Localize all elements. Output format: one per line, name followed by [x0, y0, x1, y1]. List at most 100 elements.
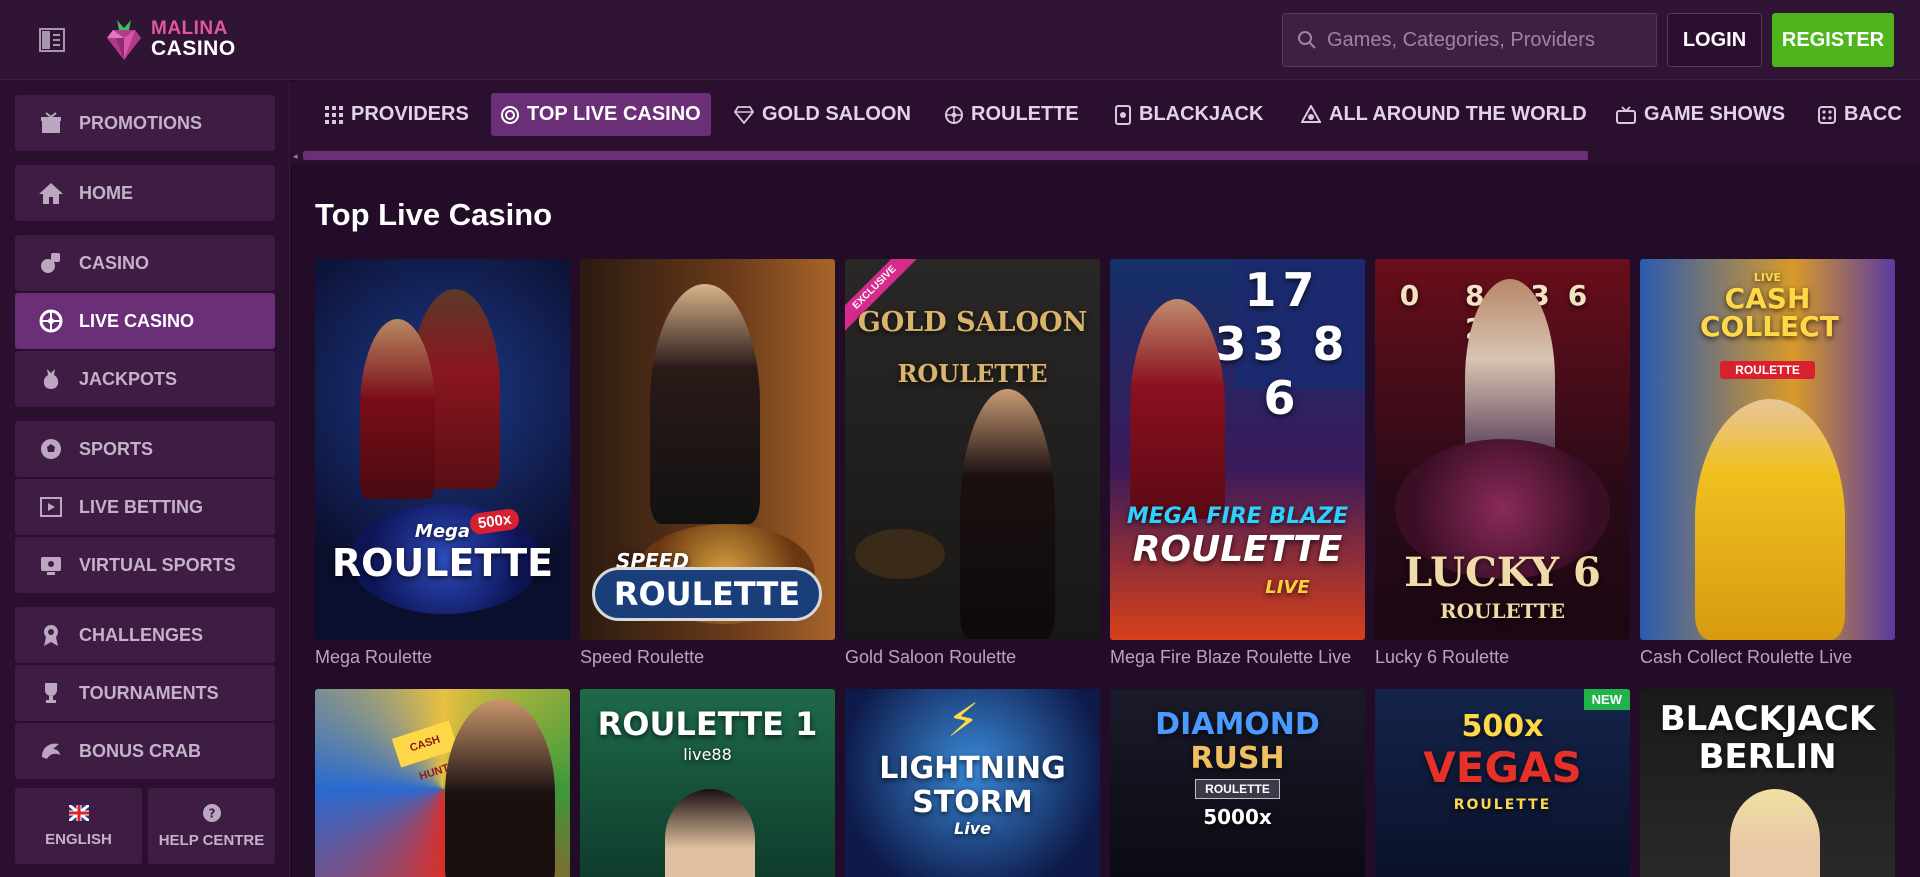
tab-label: GOLD SALOON [762, 103, 911, 125]
tab-blackjack[interactable]: BLACKJACK [1105, 93, 1273, 136]
tab-gold-saloon[interactable]: GOLD SALOON [724, 93, 921, 136]
game-card[interactable]: LIVE CASH COLLECT ROULETTE Cash Collect … [1640, 259, 1895, 668]
tab-all-around-the-world[interactable]: ALL AROUND THE WORLD [1291, 93, 1597, 136]
sidebar-item-label: PROMOTIONS [79, 112, 203, 133]
game-thumbnail[interactable]: 17 33 8 6 MEGA FIRE BLAZE ROULETTE LIVE [1110, 259, 1365, 640]
game-art-title: ROULETTE [592, 567, 822, 621]
game-thumbnail[interactable]: 0 8 36 21 LUCKY 6 ROULETTE [1375, 259, 1630, 640]
chip-icon [501, 105, 519, 124]
sidebar-item-promotions[interactable]: PROMOTIONS [15, 95, 275, 151]
logo-line1: MALINA [151, 18, 228, 39]
new-badge: NEW [1583, 689, 1630, 710]
host-figure [1730, 789, 1820, 877]
game-card[interactable]: ROULETTE 1 live88 [580, 689, 835, 877]
game-art-title: LUCKY 6 [1404, 549, 1601, 596]
trophy-icon [37, 679, 65, 707]
sidebar-item-tournaments[interactable]: TOURNAMENTS [15, 665, 275, 721]
sidebar-item-label: LIVE BETTING [79, 496, 204, 517]
sidebar-item-jackpots[interactable]: JACKPOTS [15, 351, 275, 407]
medal-icon [37, 621, 65, 649]
game-thumbnail[interactable]: ⚡ LIGHTNING STORM Live [845, 689, 1100, 877]
malina-casino-logo[interactable]: MALINA CASINO [103, 16, 236, 62]
sidebar-item-live-betting[interactable]: LIVE BETTING [15, 479, 275, 535]
game-art-title: ROULETTE 1 [597, 705, 818, 743]
game-art-title: LIGHTNING [879, 751, 1066, 786]
game-art-multiplier: 5000x [1203, 805, 1272, 829]
sidebar-item-label: SPORTS [79, 438, 154, 459]
sidebar-toggle-icon[interactable] [36, 24, 68, 56]
sidebar-item-virtual-sports[interactable]: VIRTUAL SPORTS [15, 537, 275, 593]
game-art-title: CASH COLLECT [1700, 282, 1839, 343]
game-thumbnail[interactable]: LIVE CASH COLLECT ROULETTE [1640, 259, 1895, 640]
game-thumbnail[interactable]: SPEED ROULETTE [580, 259, 835, 640]
game-thumbnail[interactable]: CASH HUNT [315, 689, 570, 877]
sidebar-item-home[interactable]: HOME [15, 165, 275, 221]
host-figure [1695, 399, 1845, 640]
diamond-icon [734, 105, 754, 124]
section-title: Top Live Casino [315, 197, 553, 232]
game-thumbnail[interactable]: ROULETTE 1 live88 [580, 689, 835, 877]
game-thumbnail[interactable]: NEW 500x VEGAS ROULETTE [1375, 689, 1630, 877]
tab-game-shows[interactable]: GAME SHOWS [1606, 93, 1795, 136]
game-thumbnail[interactable]: DIAMOND RUSH ROULETTE 5000x [1110, 689, 1365, 877]
game-thumbnail[interactable]: Mega ROULETTE 500x [315, 259, 570, 640]
search-input[interactable] [1327, 28, 1647, 52]
sidebar-item-casino[interactable]: CASINO [15, 235, 275, 291]
game-card[interactable]: CASH HUNT [315, 689, 570, 877]
game-title: Mega Roulette [315, 647, 433, 667]
tab-label: BACC [1844, 103, 1902, 125]
sidebar-item-bonus-crab[interactable]: BONUS CRAB [15, 723, 275, 779]
game-title: Mega Fire Blaze Roulette Live [1110, 647, 1352, 667]
roulette-wheel-icon [37, 307, 65, 335]
game-art-subtitle: ROULETTE [1720, 361, 1815, 379]
tab-providers[interactable]: PROVIDERS [315, 93, 479, 136]
tab-roulette[interactable]: ROULETTE [935, 93, 1089, 136]
tab-label: ROULETTE [971, 103, 1079, 125]
game-card[interactable]: Mega ROULETTE 500x Mega Roulette [315, 259, 570, 668]
game-art-title: ROULETTE [897, 359, 1048, 388]
game-art-subtitle: RUSH [1190, 741, 1285, 776]
sidebar-item-label: BONUS CRAB [79, 740, 202, 761]
scroll-left-arrow-icon[interactable]: ◂ [293, 151, 301, 161]
game-card[interactable]: DIAMOND RUSH ROULETTE 5000x [1110, 689, 1365, 877]
register-button[interactable]: REGISTER [1772, 13, 1894, 67]
game-art-title: DIAMOND [1155, 707, 1320, 742]
sidebar-item-label: VIRTUAL SPORTS [79, 554, 236, 575]
host-figure [360, 319, 435, 499]
sidebar-item-label: CASINO [79, 252, 150, 273]
game-card[interactable]: NEW 500x VEGAS ROULETTE [1375, 689, 1630, 877]
help-centre-button[interactable]: ? HELP CENTRE [148, 788, 275, 864]
tab-top-live-casino[interactable]: TOP LIVE CASINO [491, 93, 711, 136]
sidebar-item-live-casino[interactable]: LIVE CASINO [15, 293, 275, 349]
language-label: ENGLISH [45, 830, 112, 848]
game-thumbnail[interactable]: EXCLUSIVE GOLD SALOON ROULETTE [845, 259, 1100, 640]
game-art-title: ROULETTE [1132, 529, 1343, 570]
host-figure [650, 284, 760, 524]
game-art-subtitle: MEGA FIRE BLAZE [1126, 504, 1349, 529]
uk-flag-icon [67, 803, 90, 825]
language-selector[interactable]: ENGLISH [15, 788, 142, 864]
tab-baccarat[interactable]: BACC [1808, 93, 1912, 136]
tabs-scrollbar[interactable] [303, 151, 1588, 160]
game-thumbnail[interactable]: BLACKJACK BERLIN [1640, 689, 1895, 877]
login-button[interactable]: LOGIN [1667, 13, 1762, 67]
game-title: Cash Collect Roulette Live [1640, 647, 1853, 667]
game-card[interactable]: EXCLUSIVE GOLD SALOON ROULETTE Gold Salo… [845, 259, 1100, 668]
game-card[interactable]: 17 33 8 6 MEGA FIRE BLAZE ROULETTE LIVE … [1110, 259, 1365, 668]
game-card[interactable]: ⚡ LIGHTNING STORM Live [845, 689, 1100, 877]
game-card[interactable]: SPEED ROULETTE Speed Roulette [580, 259, 835, 668]
sidebar-item-challenges[interactable]: CHALLENGES [15, 607, 275, 663]
sidebar-item-label: HOME [79, 182, 133, 203]
tab-label: BLACKJACK [1139, 103, 1264, 125]
roulette-icon [945, 105, 963, 124]
search-box[interactable] [1282, 13, 1657, 67]
game-art-roulette-label: ROULETTE [1453, 797, 1552, 813]
lightning-bolt-icon: ⚡ [947, 694, 980, 746]
game-card[interactable]: 0 8 36 21 LUCKY 6 ROULETTE Lucky 6 Roule… [1375, 259, 1630, 668]
virtual-sports-icon [37, 551, 65, 579]
game-card[interactable]: BLACKJACK BERLIN [1640, 689, 1895, 877]
game-art-subtitle: GOLD SALOON [857, 307, 1088, 338]
sidebar-item-sports[interactable]: SPORTS [15, 421, 275, 477]
game-art-subtitle: VEGAS [1423, 743, 1582, 792]
help-icon: ? [202, 803, 221, 826]
